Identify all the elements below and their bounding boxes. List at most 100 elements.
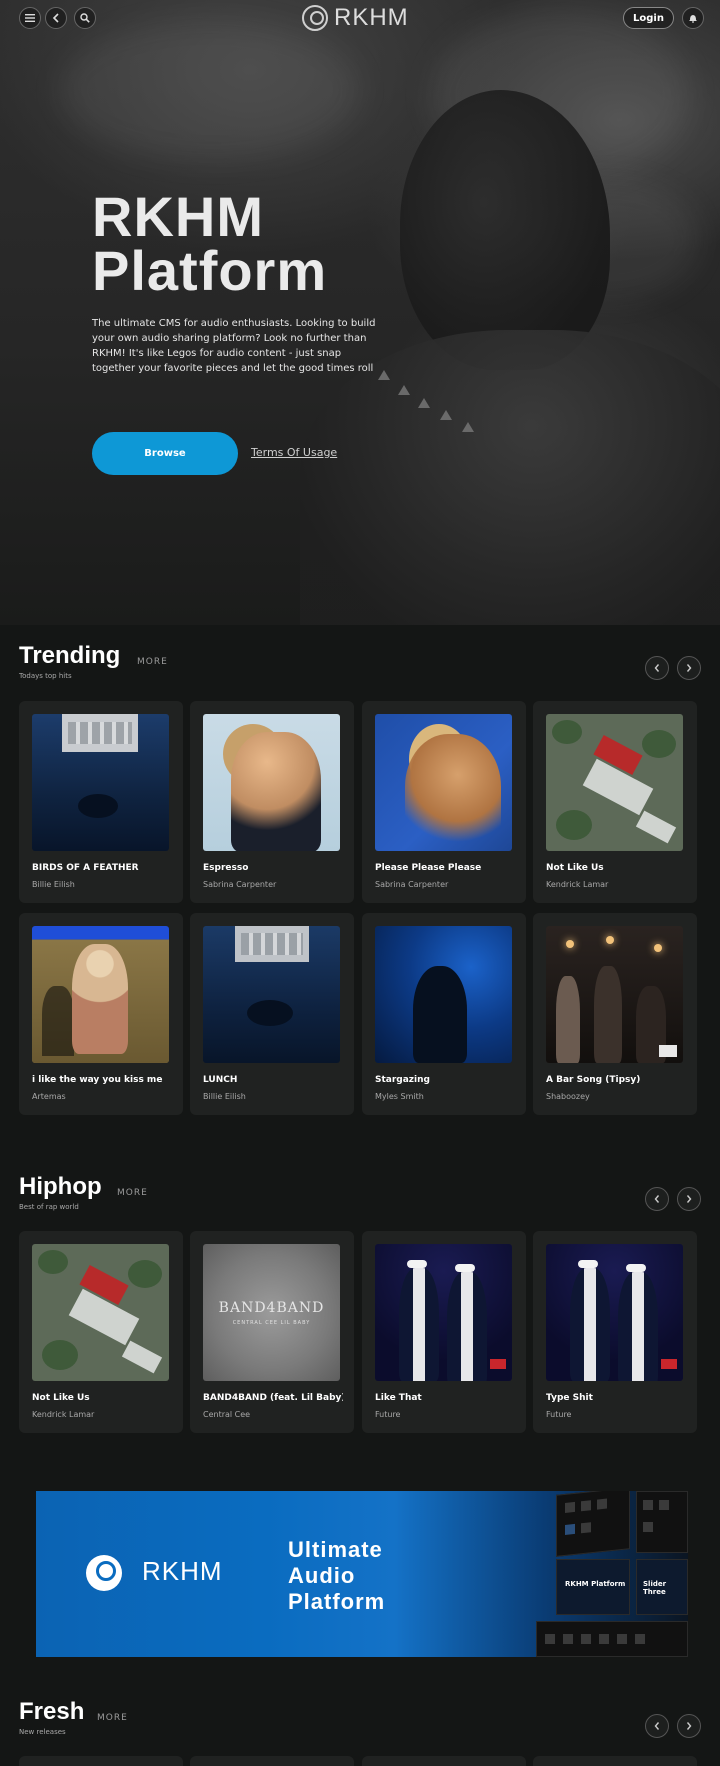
chevron-right-icon	[686, 1195, 692, 1203]
banner-screenshot: RKHM Platform	[556, 1559, 630, 1615]
hero-banner: RKHM Login RKHM Platform The ultimate CM…	[0, 0, 720, 625]
chevron-right-icon	[686, 1722, 692, 1730]
login-button[interactable]: Login	[623, 7, 674, 29]
album-cover	[375, 1244, 512, 1381]
track-artist: Billie Eilish	[32, 880, 75, 889]
hero-description: The ultimate CMS for audio enthusiasts. …	[92, 318, 376, 374]
chevron-left-icon	[654, 1195, 660, 1203]
smoke-decoration	[60, 20, 360, 160]
fresh-more-link[interactable]: MORE	[97, 1713, 128, 1723]
hiphop-title: Hiphop	[19, 1173, 102, 1200]
banner-shot-label: RKHM Platform	[565, 1580, 626, 1588]
track-artist: Billie Eilish	[203, 1092, 246, 1101]
track-artist: Kendrick Lamar	[546, 880, 609, 889]
album-cover	[32, 926, 169, 1063]
track-card[interactable]	[19, 1756, 183, 1766]
terms-of-usage-link[interactable]: Terms Of Usage	[251, 446, 337, 459]
top-bar: RKHM Login	[0, 0, 720, 36]
hero-title: RKHM Platform	[92, 189, 328, 302]
track-card[interactable]: BIRDS OF A FEATHER Billie Eilish	[19, 701, 183, 903]
fresh-next-button[interactable]	[677, 1714, 701, 1738]
browse-button[interactable]: Browse	[92, 432, 238, 475]
notifications-button[interactable]	[682, 7, 704, 29]
cover-subtext: CENTRAL CEE LIL BABY	[232, 1320, 311, 1326]
album-cover	[546, 714, 683, 851]
track-card[interactable]: A Bar Song (Tipsy) Shaboozey	[533, 913, 697, 1115]
hero-title-line2: Platform	[92, 239, 328, 302]
banner-screenshot	[536, 1621, 688, 1657]
banner-screenshot	[636, 1491, 688, 1553]
track-artist: Shaboozey	[546, 1092, 590, 1101]
track-card[interactable]: Please Please Please Sabrina Carpenter	[362, 701, 526, 903]
jacket-stud	[418, 398, 430, 408]
fresh-title: Fresh	[19, 1698, 85, 1725]
track-artist: Artemas	[32, 1092, 66, 1101]
album-cover	[32, 1244, 169, 1381]
chevron-left-icon	[654, 664, 660, 672]
hiphop-subtitle: Best of rap world	[19, 1203, 79, 1211]
album-cover	[203, 926, 340, 1063]
bell-icon	[689, 15, 697, 23]
jacket-stud	[462, 422, 474, 432]
track-card[interactable]: Espresso Sabrina Carpenter	[190, 701, 354, 903]
album-cover	[546, 1244, 683, 1381]
banner-headline-line: Platform	[288, 1589, 386, 1614]
track-title: Not Like Us	[32, 1393, 90, 1403]
track-title: i like the way you kiss me	[32, 1075, 163, 1085]
album-cover	[375, 714, 512, 851]
track-card[interactable]: Like That Future	[362, 1231, 526, 1433]
trending-subtitle: Todays top hits	[19, 672, 72, 680]
track-artist: Future	[546, 1410, 572, 1419]
brand-logo[interactable]: RKHM	[302, 4, 409, 32]
brand-name: RKHM	[334, 4, 409, 31]
track-artist: Central Cee	[203, 1410, 251, 1419]
track-card[interactable]: i like the way you kiss me Artemas	[19, 913, 183, 1115]
banner-logo-icon	[86, 1555, 122, 1591]
banner-brand: RKHM	[142, 1556, 223, 1586]
banner-headline-line: Ultimate	[288, 1537, 383, 1562]
track-card[interactable]: Type Shit Future	[533, 1231, 697, 1433]
album-cover	[203, 714, 340, 851]
track-card[interactable]: Stargazing Myles Smith	[362, 913, 526, 1115]
banner-headline: Ultimate Audio Platform	[288, 1537, 385, 1615]
track-title: BIRDS OF A FEATHER	[32, 863, 139, 873]
menu-button[interactable]	[19, 7, 41, 29]
banner-headline-line: Audio	[288, 1563, 356, 1588]
chevron-left-icon	[654, 1722, 660, 1730]
hiphop-more-link[interactable]: MORE	[117, 1188, 148, 1198]
fresh-prev-button[interactable]	[645, 1714, 669, 1738]
banner-screenshot	[556, 1491, 630, 1557]
track-title: A Bar Song (Tipsy)	[546, 1075, 641, 1085]
jacket-stud	[440, 410, 452, 420]
track-artist: Myles Smith	[375, 1092, 424, 1101]
trending-title: Trending	[19, 642, 121, 669]
album-cover	[546, 926, 683, 1063]
brand-logo-icon	[302, 5, 328, 31]
track-card[interactable]: Not Like Us Kendrick Lamar	[19, 1231, 183, 1433]
track-title: BAND4BAND (feat. Lil Baby)	[203, 1393, 343, 1403]
track-card[interactable]	[362, 1756, 526, 1766]
jacket-stud	[398, 385, 410, 395]
hiphop-next-button[interactable]	[677, 1187, 701, 1211]
track-card[interactable]	[533, 1756, 697, 1766]
hiphop-prev-button[interactable]	[645, 1187, 669, 1211]
track-title: Not Like Us	[546, 863, 604, 873]
fresh-subtitle: New releases	[19, 1728, 66, 1736]
chevron-left-icon	[52, 13, 59, 23]
search-icon	[80, 13, 90, 23]
back-button[interactable]	[45, 7, 67, 29]
track-card[interactable]: BAND4BAND CENTRAL CEE LIL BABY BAND4BAND…	[190, 1231, 354, 1433]
promo-banner[interactable]: RKHM Ultimate Audio Platform RKHM Platfo…	[36, 1491, 688, 1657]
album-cover	[32, 714, 169, 851]
track-card[interactable]: Not Like Us Kendrick Lamar	[533, 701, 697, 903]
track-title: LUNCH	[203, 1075, 238, 1085]
search-button[interactable]	[74, 7, 96, 29]
album-cover: BAND4BAND CENTRAL CEE LIL BABY	[203, 1244, 340, 1381]
track-card[interactable]	[190, 1756, 354, 1766]
trending-next-button[interactable]	[677, 656, 701, 680]
track-artist: Kendrick Lamar	[32, 1410, 95, 1419]
track-card[interactable]: LUNCH Billie Eilish	[190, 913, 354, 1115]
banner-screenshot: Slider Three	[636, 1559, 688, 1615]
trending-prev-button[interactable]	[645, 656, 669, 680]
trending-more-link[interactable]: MORE	[137, 657, 168, 667]
